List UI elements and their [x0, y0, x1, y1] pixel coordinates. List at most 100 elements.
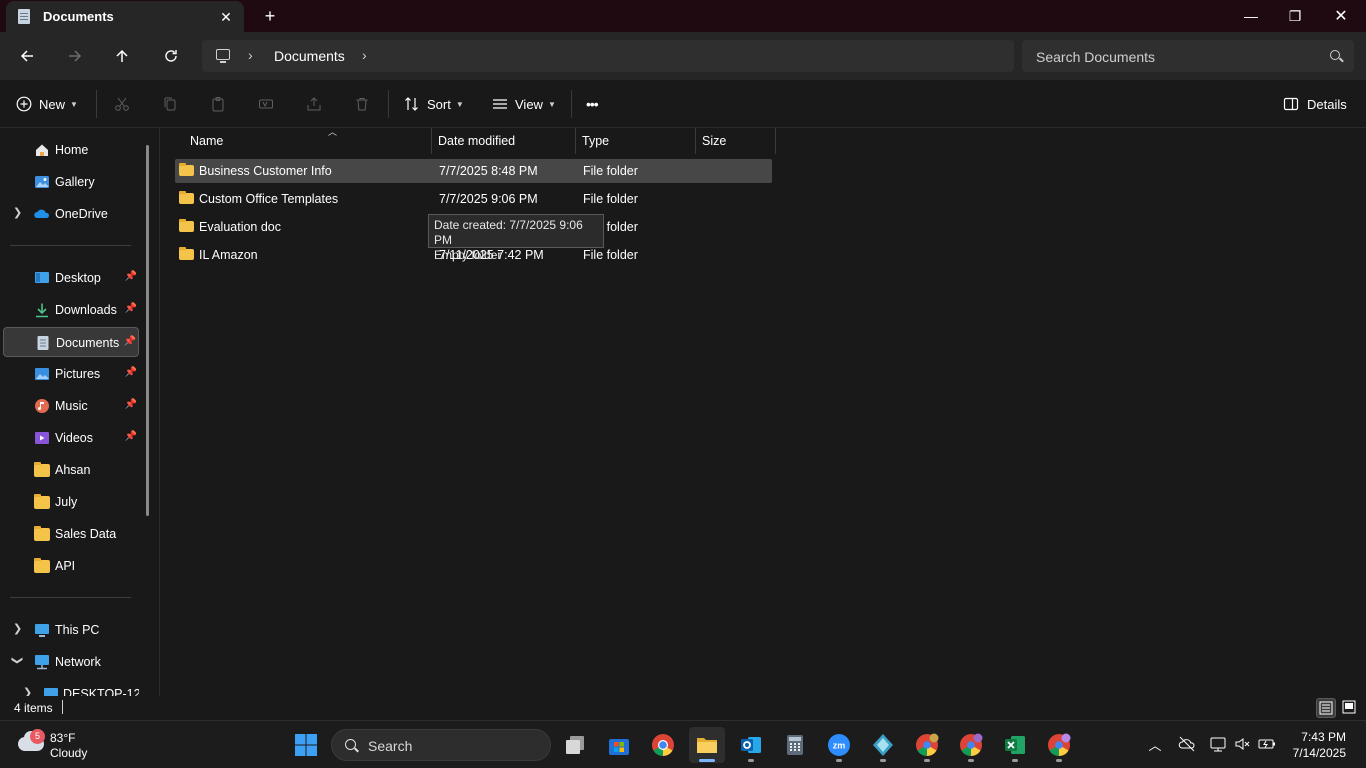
new-tab-button[interactable]: +	[258, 5, 282, 27]
table-row[interactable]: Custom Office Templates 7/7/2025 9:06 PM…	[175, 187, 772, 211]
maximize-button[interactable]: ❐	[1272, 0, 1318, 32]
sidebar-item-api[interactable]: API	[3, 551, 139, 581]
start-button[interactable]	[288, 727, 324, 763]
sidebar-item-onedrive[interactable]: ❯ OneDrive	[3, 199, 139, 229]
taskbar-app-store[interactable]	[601, 727, 637, 763]
sidebar-scrollbar[interactable]	[146, 145, 149, 516]
item-count: 4 items	[14, 701, 53, 715]
tab-title: Documents	[43, 9, 114, 24]
show-hidden-icons-button[interactable]: ︿	[1145, 735, 1165, 755]
close-window-button[interactable]: ✕	[1318, 0, 1364, 32]
network-status-icon[interactable]	[1208, 735, 1228, 755]
address-row: › Documents › Search Documents	[0, 32, 1366, 80]
sidebar-item-pictures[interactable]: Pictures 📌	[3, 359, 139, 389]
pin-icon[interactable]: 📌	[125, 367, 137, 378]
pin-icon[interactable]: 📌	[124, 336, 136, 347]
sidebar-item-documents[interactable]: Documents 📌	[3, 327, 139, 357]
column-header-label: Type	[582, 134, 610, 148]
plus-circle-icon	[16, 96, 32, 112]
sidebar-item-home[interactable]: Home	[3, 135, 139, 165]
sidebar-item-videos[interactable]: Videos 📌	[3, 423, 139, 453]
desktop-icon	[35, 272, 49, 283]
close-tab-button[interactable]: ✕	[216, 7, 236, 27]
file-date: 7/7/2025 8:48 PM	[439, 164, 538, 178]
pin-icon[interactable]: 📌	[125, 431, 137, 442]
taskbar-app-calculator[interactable]	[777, 727, 813, 763]
sidebar-item-label: Home	[55, 143, 89, 157]
search-icon[interactable]	[1330, 50, 1340, 60]
pin-icon[interactable]: 📌	[125, 303, 137, 314]
column-header-type[interactable]: Type	[576, 128, 696, 154]
taskbar-app-excel[interactable]	[997, 727, 1033, 763]
chevron-down-icon[interactable]: ❯	[11, 656, 24, 665]
taskbar-search-input[interactable]: Search	[368, 738, 412, 754]
taskbar-app-chrome-profile-1[interactable]	[909, 727, 945, 763]
taskbar-app-chrome-profile-3[interactable]	[1041, 727, 1077, 763]
share-button[interactable]	[306, 92, 322, 116]
sidebar-item-desktop-12s[interactable]: ❯ DESKTOP-12S	[3, 679, 139, 696]
details-pane-button[interactable]: Details	[1283, 92, 1347, 116]
sidebar-item-downloads[interactable]: Downloads 📌	[3, 295, 139, 325]
chevron-right-icon[interactable]: ›	[248, 47, 253, 63]
column-divider[interactable]	[775, 128, 776, 154]
chevron-right-icon[interactable]: ❯	[13, 206, 22, 219]
taskbar-app-zoom[interactable]: zm	[821, 727, 857, 763]
sidebar-item-this-pc[interactable]: ❯ This PC	[3, 615, 139, 645]
sidebar-item-desktop[interactable]: Desktop 📌	[3, 263, 139, 293]
arrow-left-icon	[20, 50, 33, 62]
breadcrumb-documents[interactable]: Documents	[274, 48, 345, 64]
task-view-button[interactable]	[557, 727, 593, 763]
this-pc-icon[interactable]	[216, 49, 230, 63]
chrome-icon	[960, 733, 983, 756]
status-bar: 4 items	[0, 696, 1366, 720]
tab-documents[interactable]: Documents ✕	[6, 1, 244, 32]
chevron-right-icon[interactable]: ❯	[23, 686, 32, 696]
cut-button[interactable]	[114, 92, 130, 116]
back-button[interactable]	[13, 44, 41, 68]
taskbar-app-file-explorer[interactable]	[689, 727, 725, 763]
address-bar[interactable]: › Documents ›	[202, 40, 1014, 72]
up-button[interactable]	[108, 44, 136, 68]
onedrive-offline-icon[interactable]	[1177, 735, 1197, 755]
sidebar-item-network[interactable]: ❯ Network	[3, 647, 139, 677]
sidebar-item-music[interactable]: Music 📌	[3, 391, 139, 421]
table-row[interactable]: Business Customer Info 7/7/2025 8:48 PM …	[175, 159, 772, 183]
weather-widget[interactable]: 5 83°F Cloudy	[16, 729, 126, 761]
minimize-button[interactable]: —	[1228, 0, 1274, 32]
column-header-size[interactable]: Size	[696, 128, 776, 154]
forward-button[interactable]	[61, 44, 89, 68]
sidebar-item-july[interactable]: July	[3, 487, 139, 517]
clock[interactable]: 7:43 PM 7/14/2025	[1293, 729, 1346, 761]
chevron-right-icon[interactable]: ›	[362, 47, 367, 63]
rename-button[interactable]	[258, 92, 274, 116]
chevron-right-icon[interactable]: ❯	[13, 622, 22, 635]
delete-button[interactable]	[354, 92, 370, 116]
pin-icon[interactable]: 📌	[125, 271, 137, 282]
running-indicator	[968, 759, 974, 762]
taskbar-app-outlook[interactable]	[733, 727, 769, 763]
column-header-date-modified[interactable]: Date modified	[432, 128, 576, 154]
new-button[interactable]: New ▼	[16, 92, 78, 116]
copy-button[interactable]	[162, 92, 178, 116]
file-type: File folder	[583, 192, 638, 206]
pin-icon[interactable]: 📌	[125, 399, 137, 410]
refresh-button[interactable]	[157, 44, 185, 68]
column-header-name[interactable]: Name ︿	[184, 127, 432, 154]
sidebar-item-sales-data[interactable]: Sales Data	[3, 519, 139, 549]
details-view-button[interactable]	[1316, 698, 1336, 718]
taskbar-app-chrome-profile-2[interactable]	[953, 727, 989, 763]
paste-button[interactable]	[210, 92, 226, 116]
more-options-button[interactable]: •••	[586, 92, 599, 116]
sort-button[interactable]: Sort ▼	[404, 92, 464, 116]
sidebar-item-ahsan[interactable]: Ahsan	[3, 455, 139, 485]
search-box[interactable]: Search Documents	[1022, 40, 1354, 72]
view-button[interactable]: View ▼	[492, 92, 556, 116]
sidebar-item-gallery[interactable]: Gallery	[3, 167, 139, 197]
tiles-view-button[interactable]	[1340, 698, 1360, 718]
taskbar-app-chrome[interactable]	[645, 727, 681, 763]
taskbar-app-diamond[interactable]	[865, 727, 901, 763]
search-input[interactable]: Search Documents	[1036, 49, 1155, 65]
taskbar-search[interactable]: Search	[331, 729, 551, 761]
battery-icon[interactable]	[1257, 735, 1277, 755]
volume-muted-icon[interactable]	[1233, 735, 1253, 755]
